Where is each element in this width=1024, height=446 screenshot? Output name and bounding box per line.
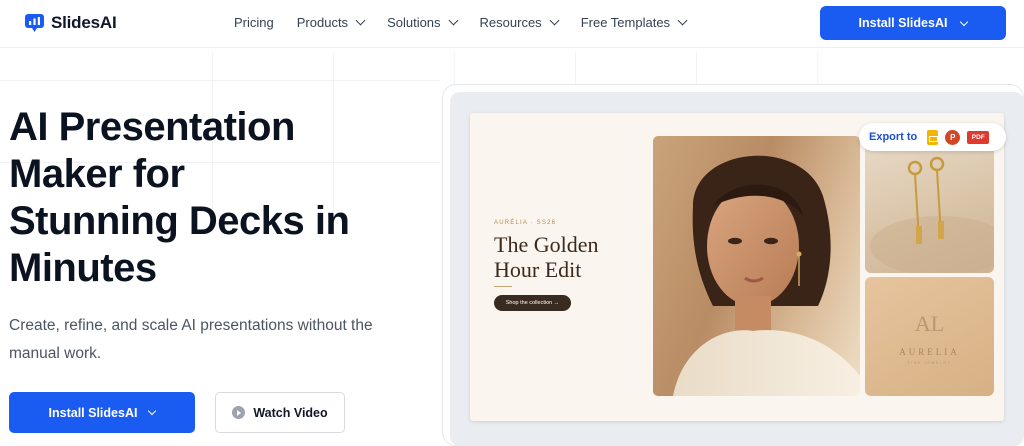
aurelia-monogram: AL bbox=[914, 311, 945, 336]
hero-subtitle: Create, refine, and scale AI presentatio… bbox=[9, 317, 373, 362]
hero-title-line: AI Presentation bbox=[9, 105, 295, 149]
slidesai-logo-icon bbox=[24, 12, 45, 33]
chevron-down-icon bbox=[148, 406, 157, 416]
brand-logo-tile: AL AURELIA FINE JEWELRY bbox=[865, 277, 994, 396]
install-slidesai-button[interactable]: Install SlidesAI bbox=[9, 392, 195, 433]
hero-title-line: Maker for bbox=[9, 152, 185, 196]
slide-divider bbox=[494, 286, 512, 287]
hero-title-line: Stunning Decks in bbox=[9, 199, 350, 243]
button-label: Watch Video bbox=[253, 405, 328, 420]
watch-video-button[interactable]: Watch Video bbox=[215, 392, 345, 433]
aurelia-wordmark: AURELIA bbox=[899, 347, 960, 357]
portrait-photo bbox=[653, 136, 860, 396]
button-label: Install SlidesAI bbox=[48, 405, 138, 420]
nav-item-free-templates[interactable]: Free Templates bbox=[580, 15, 688, 30]
install-slidesai-nav-button[interactable]: Install SlidesAI bbox=[820, 6, 1006, 40]
earring-photo bbox=[865, 136, 994, 273]
nav-item-products[interactable]: Products bbox=[296, 15, 366, 30]
top-navbar: SlidesAI Pricing Products Solutions Reso… bbox=[0, 0, 1024, 48]
main-nav: Pricing Products Solutions Resources Fre… bbox=[234, 15, 709, 30]
brand-name: SlidesAI bbox=[51, 12, 117, 32]
nav-item-label: Pricing bbox=[234, 15, 274, 30]
google-slides-icon[interactable] bbox=[927, 129, 939, 145]
export-to-pill[interactable]: Export to P PDF bbox=[859, 123, 1006, 151]
chevron-down-icon bbox=[549, 15, 560, 26]
slide-title-line: Hour Edit bbox=[494, 257, 582, 282]
chevron-down-icon bbox=[960, 17, 969, 26]
hero-title-line: Minutes bbox=[9, 246, 157, 290]
slide-title: The Golden Hour Edit bbox=[494, 232, 644, 282]
nav-item-resources[interactable]: Resources bbox=[479, 15, 560, 30]
brand-logo[interactable]: SlidesAI bbox=[24, 12, 117, 33]
pdf-icon[interactable]: PDF bbox=[967, 130, 990, 144]
export-label: Export to bbox=[869, 131, 918, 143]
nav-item-label: Resources bbox=[479, 15, 542, 30]
nav-item-label: Products bbox=[296, 15, 349, 30]
nav-item-label: Free Templates bbox=[580, 15, 671, 30]
slide-title-line: The Golden bbox=[494, 232, 599, 257]
play-icon bbox=[232, 406, 246, 419]
sample-slide: AURÉLIA · SS26 The Golden Hour Edit Shop… bbox=[470, 113, 1004, 421]
nav-item-pricing[interactable]: Pricing bbox=[234, 15, 274, 30]
aurelia-tagline: FINE JEWELRY bbox=[907, 361, 952, 365]
slide-cta-pill: Shop the collection → bbox=[494, 295, 571, 311]
slide-kicker: AURÉLIA · SS26 bbox=[494, 220, 557, 226]
nav-item-solutions[interactable]: Solutions bbox=[387, 15, 458, 30]
button-label: Install SlidesAI bbox=[858, 16, 948, 30]
hero-title: AI Presentation Maker for Stunning Decks… bbox=[9, 104, 409, 292]
powerpoint-icon[interactable]: P bbox=[945, 129, 961, 145]
nav-item-label: Solutions bbox=[387, 15, 441, 30]
chevron-down-icon bbox=[355, 15, 366, 26]
chevron-down-icon bbox=[677, 15, 688, 26]
chevron-down-icon bbox=[448, 15, 458, 26]
